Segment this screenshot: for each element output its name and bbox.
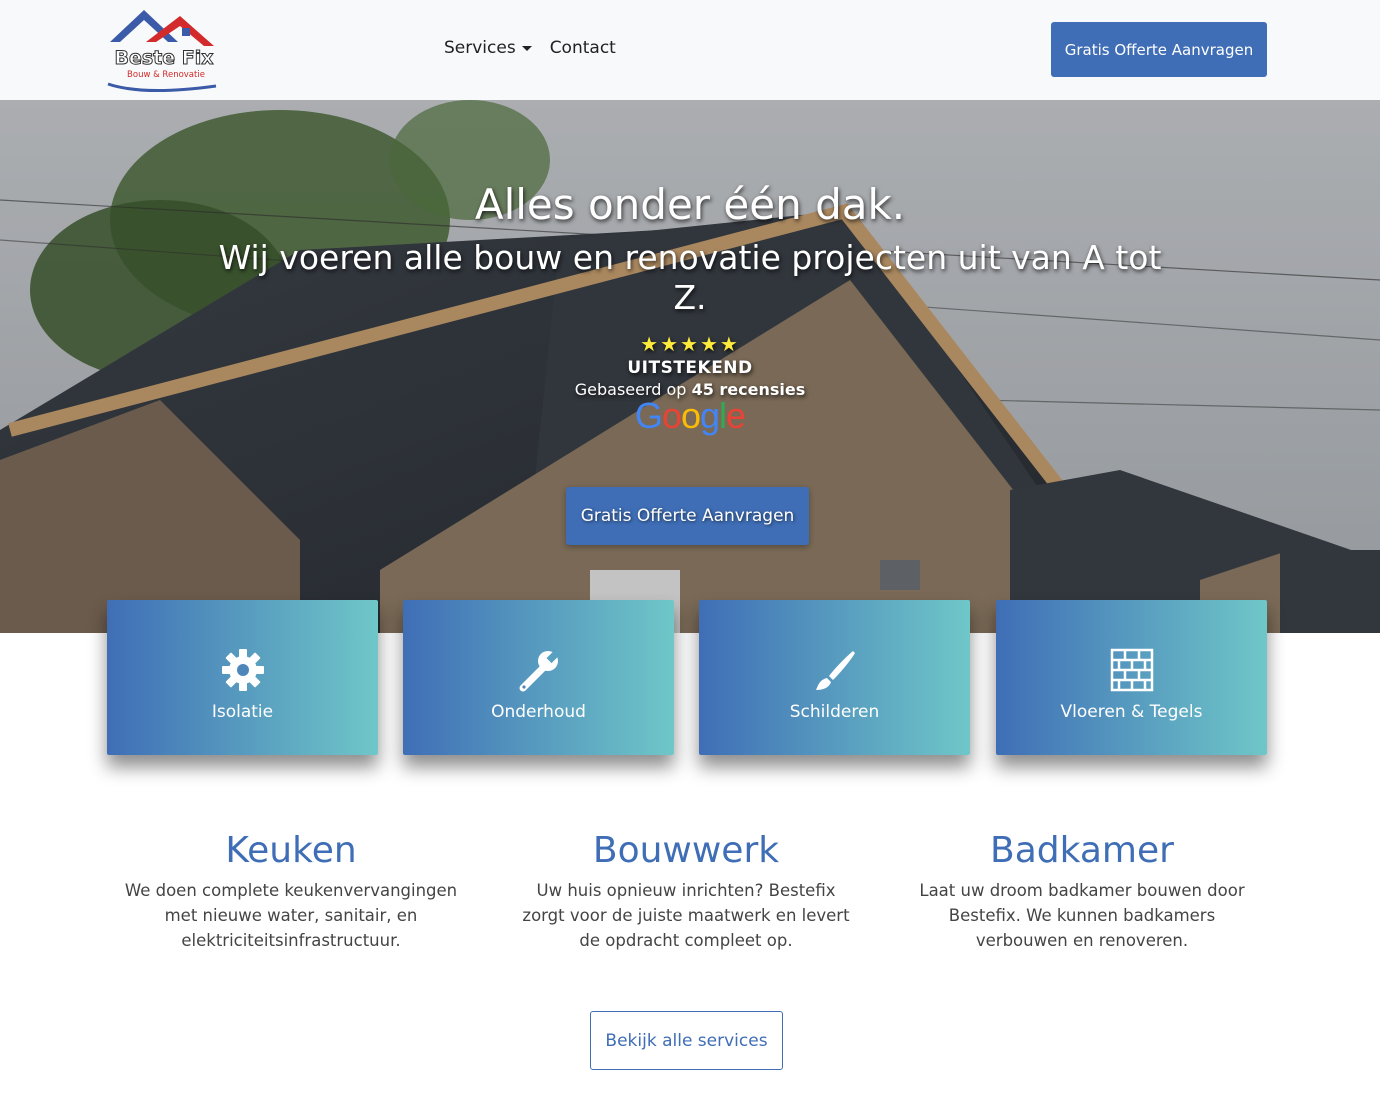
- service-label: Onderhoud: [491, 702, 586, 722]
- service-card-onderhoud[interactable]: Onderhoud: [403, 600, 674, 755]
- hero-title: Alles onder één dak.: [474, 180, 906, 229]
- nav-services-dropdown[interactable]: Services: [444, 38, 532, 58]
- hero-subtitle: Wij voeren alle bouw en renovatie projec…: [218, 238, 1162, 317]
- nav-contact-label: Contact: [549, 38, 616, 58]
- nav-quote-button[interactable]: Gratis Offerte Aanvragen: [1051, 22, 1267, 77]
- service-label: Schilderen: [789, 702, 880, 722]
- paintbrush-icon: [815, 651, 855, 690]
- service-label: Isolatie: [211, 702, 274, 722]
- feature-badkamer: Badkamer Laat uw droom badkamer bouwen d…: [902, 828, 1262, 953]
- nav-services-label: Services: [444, 38, 516, 58]
- brand-tagline: Bouw & Renovatie: [127, 70, 205, 80]
- all-services-button[interactable]: Bekijk alle services: [590, 1011, 783, 1070]
- google-logo[interactable]: Google: [190, 397, 1190, 435]
- rating-label: UITSTEKEND: [627, 358, 753, 378]
- feature-text: Laat uw droom badkamer bouwen door Beste…: [919, 881, 1245, 950]
- hero-quote-label: Gratis Offerte Aanvragen: [580, 506, 795, 526]
- caret-down-icon: [521, 45, 532, 51]
- gear-icon: [221, 649, 264, 691]
- feature-text: We doen complete keukenvervangingen met …: [124, 881, 458, 950]
- nav-quote-label: Gratis Offerte Aanvragen: [1064, 40, 1254, 59]
- service-label: Vloeren & Tegels: [1060, 702, 1203, 722]
- main-nav: Services Contact: [444, 38, 616, 58]
- hero-quote-button[interactable]: Gratis Offerte Aanvragen: [566, 487, 809, 545]
- brand-logo[interactable]: Beste Fix Bouw & Renovatie: [104, 6, 224, 94]
- feature-title: Keuken: [225, 830, 357, 871]
- hero-section: Alles onder één dak. Wij voeren alle bou…: [0, 100, 1380, 633]
- feature-bouwwerk: Bouwwerk Uw huis opnieuw inrichten? Best…: [506, 828, 866, 953]
- feature-title: Badkamer: [990, 830, 1174, 871]
- all-services-label: Bekijk alle services: [605, 1030, 768, 1051]
- wrench-icon: [519, 649, 560, 692]
- service-card-schilderen[interactable]: Schilderen: [699, 600, 970, 755]
- service-card-isolatie[interactable]: Isolatie: [107, 600, 378, 755]
- rating-stars-icon: ★★★★★: [640, 332, 740, 356]
- feature-text: Uw huis opnieuw inrichten? Bestefix zorg…: [522, 881, 850, 950]
- navbar: Beste Fix Bouw & Renovatie Services Cont…: [0, 0, 1380, 100]
- brand-name: Beste Fix: [114, 47, 213, 69]
- service-card-vloeren-tegels[interactable]: Vloeren & Tegels: [996, 600, 1267, 755]
- hero-content: Alles onder één dak. Wij voeren alle bou…: [190, 178, 1190, 435]
- brick-wall-icon: [1110, 648, 1153, 692]
- nav-contact-link[interactable]: Contact: [550, 38, 616, 58]
- feature-keuken: Keuken We doen complete keukenvervanging…: [111, 828, 471, 953]
- feature-title: Bouwwerk: [592, 830, 780, 871]
